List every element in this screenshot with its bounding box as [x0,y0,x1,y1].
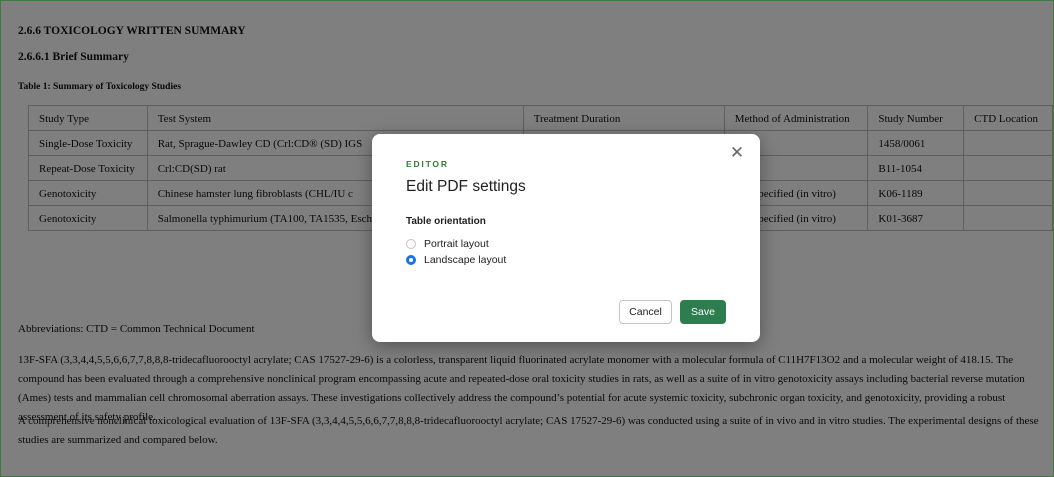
pdf-settings-dialog: ✕ EDITOR Edit PDF settings Table orienta… [372,134,760,342]
save-button[interactable]: Save [680,300,726,324]
radio-unselected-icon[interactable] [406,239,416,249]
cancel-button[interactable]: Cancel [619,300,672,324]
radio-label: Portrait layout [424,238,489,250]
dialog-title: Edit PDF settings [406,178,526,195]
radio-selected-icon[interactable] [406,255,416,265]
landscape-layout-radio[interactable]: Landscape layout [406,254,506,266]
portrait-layout-radio[interactable]: Portrait layout [406,238,489,250]
orientation-group-label: Table orientation [406,216,486,227]
app-frame: 2.6.6 TOXICOLOGY WRITTEN SUMMARY 2.6.6.1… [0,0,1054,477]
radio-label: Landscape layout [424,254,507,266]
close-icon[interactable]: ✕ [728,144,746,162]
dialog-kicker: EDITOR [406,159,449,169]
